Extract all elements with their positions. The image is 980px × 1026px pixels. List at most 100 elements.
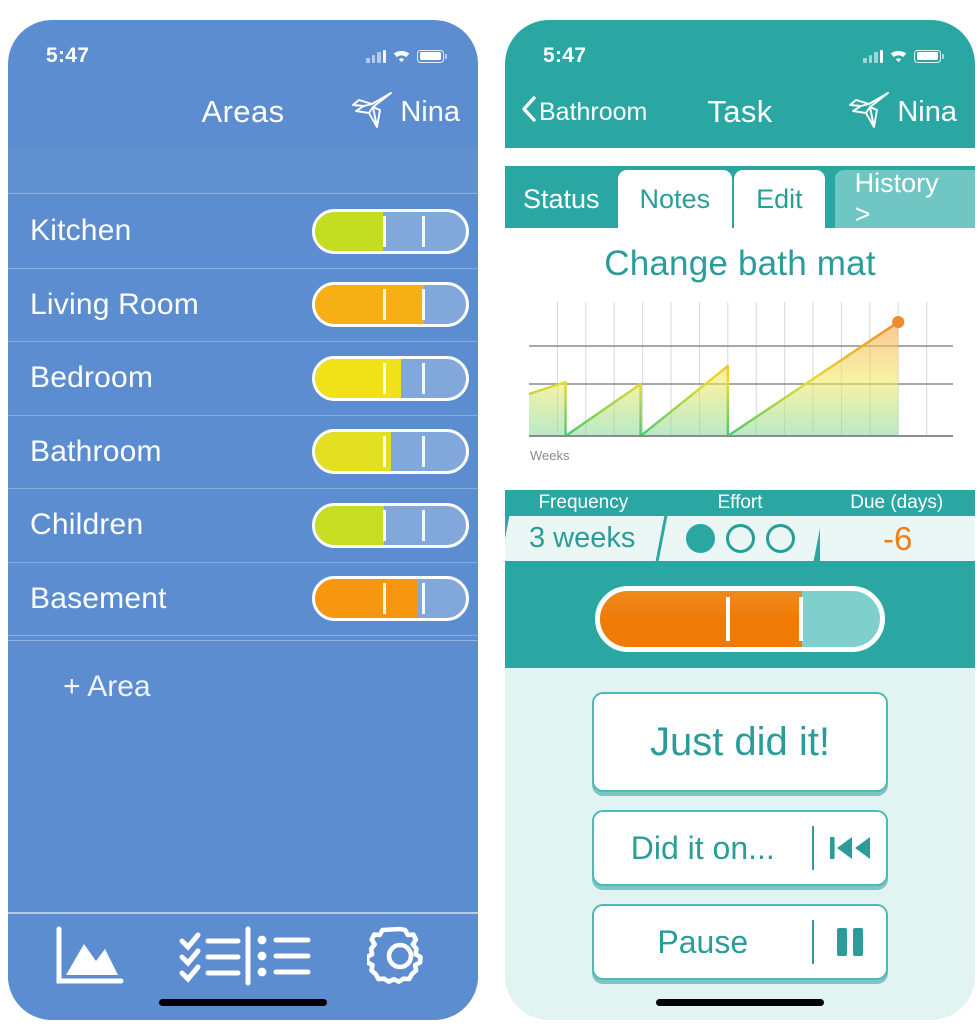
tab-stats[interactable]: [53, 925, 125, 992]
effort-dot-empty: [725, 524, 755, 553]
pill-tick: [382, 509, 386, 541]
back-label: Bathroom: [539, 97, 648, 126]
cellular-signal-icon: [863, 49, 883, 63]
area-progress-pill[interactable]: [312, 576, 469, 622]
area-name: Basement: [30, 581, 167, 615]
status-time: 5:47: [543, 44, 587, 67]
stat-header-effort: Effort: [717, 492, 763, 513]
battery-icon: [417, 49, 447, 63]
list-item[interactable]: Kitchen: [8, 195, 478, 269]
nav-bar-left: Areas Nina: [8, 76, 478, 148]
pill-tick: [382, 436, 386, 468]
status-bar: 5:47: [505, 20, 975, 76]
task-tab-bar: Status Notes Edit History >: [505, 166, 975, 229]
brand-badge[interactable]: Nina: [847, 90, 957, 135]
home-indicator: [656, 999, 824, 1006]
overdue-chart: Weeks: [527, 298, 953, 463]
chevron-left-icon: [521, 95, 537, 130]
area-progress-pill[interactable]: [312, 502, 469, 548]
pill-tick: [422, 289, 425, 321]
list-item[interactable]: Basement: [8, 563, 478, 636]
list-item[interactable]: Living Room: [8, 269, 478, 342]
area-progress-pill[interactable]: [312, 429, 469, 475]
stat-effort[interactable]: [658, 516, 822, 561]
task-actions: Just did it! Did it on... Pause: [505, 668, 975, 1020]
pill-tick: [382, 583, 386, 615]
tab-edit[interactable]: Edit: [734, 170, 825, 228]
brand-name: Nina: [897, 95, 957, 128]
area-progress-pill[interactable]: [312, 355, 469, 401]
phone-left-areas: 5:47 Areas Nina Kitchen Living Room Bedr…: [8, 20, 478, 1020]
status-time: 5:47: [46, 44, 90, 67]
list-header-gap: [8, 148, 478, 194]
tab-history[interactable]: History >: [834, 168, 975, 229]
tabs-divider: [505, 148, 975, 166]
did-it-on-label: Did it on...: [630, 829, 775, 866]
rewind-icon: [814, 833, 886, 863]
stat-header-frequency: Frequency: [538, 492, 629, 513]
did-it-on-button[interactable]: Did it on...: [592, 810, 888, 886]
stat-frequency-value: 3 weeks: [529, 522, 636, 554]
pause-button[interactable]: Pause: [592, 904, 888, 980]
pill-fill: [315, 579, 418, 619]
area-name: Bathroom: [30, 434, 162, 468]
gear-icon: [365, 923, 433, 994]
area-list: Kitchen Living Room Bedroom Bathroom Chi…: [8, 195, 478, 636]
screenshot-stage: 5:47 Areas Nina Kitchen Living Room Bedr…: [0, 0, 980, 1026]
pill-fill: [315, 432, 391, 472]
effort-dot-filled: [685, 524, 715, 553]
pill-tick: [422, 215, 425, 247]
status-bar: 5:47: [8, 20, 478, 76]
tab-settings[interactable]: [365, 923, 433, 994]
status-icons: [863, 49, 944, 63]
origami-bird-icon: [847, 90, 893, 135]
list-item[interactable]: Children: [8, 489, 478, 563]
pill-tick: [422, 509, 425, 541]
pill-tick: [726, 597, 730, 641]
brand-name: Nina: [400, 95, 460, 128]
stat-frequency[interactable]: 3 weeks: [505, 516, 665, 561]
wifi-icon: [890, 50, 907, 63]
checklist-icon: [178, 925, 314, 992]
area-name: Children: [30, 508, 144, 542]
just-did-it-button[interactable]: Just did it!: [592, 692, 888, 792]
cellular-signal-icon: [366, 49, 386, 63]
home-indicator: [159, 999, 327, 1006]
stat-due[interactable]: -6: [820, 516, 975, 561]
task-title: Change bath mat: [604, 244, 876, 283]
pause-label: Pause: [657, 923, 749, 960]
list-item[interactable]: Bedroom: [8, 342, 478, 416]
pill-tick: [422, 362, 425, 394]
stat-header-due: Due (days): [850, 492, 944, 513]
origami-bird-icon: [350, 90, 396, 135]
phone-right-task: 5:47 Bathroom Task Nina Status Notes Edi…: [505, 20, 975, 1020]
area-name: Bedroom: [30, 361, 154, 395]
pill-fill: [600, 591, 802, 647]
status-icons: [366, 49, 447, 63]
back-button[interactable]: Bathroom: [521, 95, 647, 130]
chart-area-icon: [53, 925, 125, 992]
pill-fill: [315, 358, 402, 398]
overdue-pill-band: [505, 570, 975, 668]
tab-status[interactable]: Status: [505, 170, 618, 228]
list-item[interactable]: Bathroom: [8, 416, 478, 489]
brand-badge[interactable]: Nina: [350, 90, 460, 135]
pause-icon: [814, 928, 886, 956]
task-stats: Frequency Effort Due (days) 3 weeks -6: [505, 490, 975, 570]
add-area-button[interactable]: + Area: [8, 640, 478, 732]
tab-lists[interactable]: [178, 925, 314, 992]
task-progress-pill[interactable]: [595, 586, 885, 652]
area-progress-pill[interactable]: [312, 282, 469, 328]
nav-bar-right: Bathroom Task Nina: [505, 76, 975, 148]
area-name: Living Room: [30, 287, 199, 321]
task-chart-card: Change bath mat Weeks: [505, 228, 975, 490]
add-area-label: + Area: [63, 669, 151, 703]
wifi-icon: [393, 50, 410, 63]
stat-due-value: -6: [883, 519, 913, 557]
pill-tick: [382, 362, 386, 394]
pill-fill: [315, 211, 383, 251]
tab-notes[interactable]: Notes: [617, 170, 733, 228]
pill-tick: [422, 436, 425, 468]
area-progress-pill[interactable]: [312, 208, 469, 254]
area-name: Kitchen: [30, 214, 132, 248]
